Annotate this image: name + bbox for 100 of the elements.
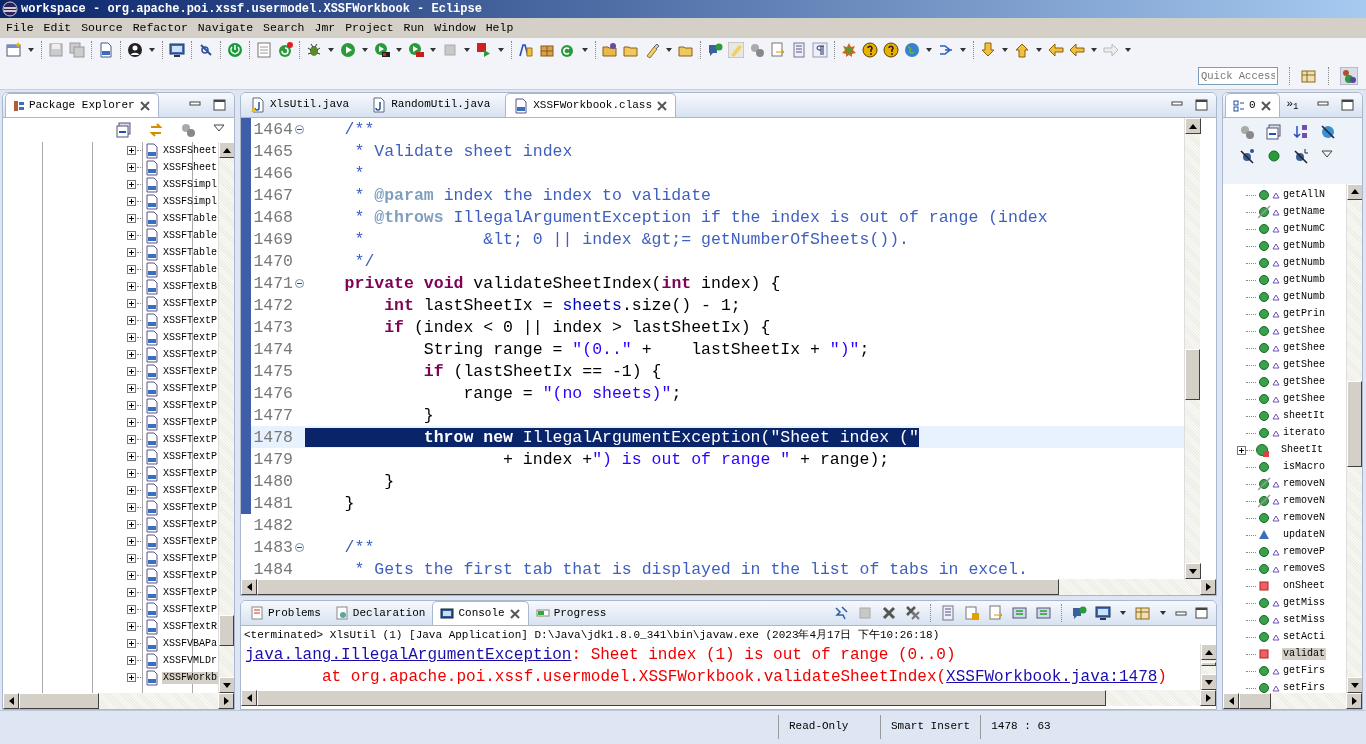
new-console-icon[interactable] [1135,605,1151,622]
dropdown-caret-icon[interactable] [1001,46,1009,54]
outline-item[interactable]: setMiss [1282,614,1326,627]
expand-icon[interactable] [127,639,136,648]
close-icon[interactable] [508,607,521,620]
expand-icon[interactable] [127,367,136,376]
tree-item[interactable]: XSSFSimpl [162,195,218,208]
play-icon[interactable] [340,42,356,58]
maximize-icon[interactable] [213,99,226,111]
gears-icon[interactable] [1239,124,1255,140]
expand-icon[interactable] [127,452,136,461]
sort-icon[interactable] [1293,124,1309,140]
binary-file-icon[interactable] [98,42,114,58]
outline-item[interactable]: getName [1282,206,1326,219]
view-tab[interactable]: »$_{1}$ [1279,93,1306,117]
dropdown-caret-icon[interactable] [581,46,589,54]
branch-icon[interactable] [938,42,954,58]
menu-item[interactable]: Refactor [127,21,193,35]
perspective-icon[interactable] [1301,67,1317,84]
new-window-icon[interactable] [6,42,22,58]
arrow-right-icon[interactable] [1205,583,1211,592]
arrow-down-icon[interactable] [1189,568,1197,574]
expand-icon[interactable] [127,503,136,512]
expand-icon[interactable] [127,316,136,325]
remove-all-icon[interactable] [905,605,921,622]
view-tab[interactable]: Console [432,601,529,626]
back-arrow-icon[interactable] [1048,42,1064,58]
tree-item[interactable]: XSSFTextP [162,399,218,412]
expand-icon[interactable] [127,486,136,495]
maximize-icon[interactable] [1195,99,1208,111]
tree-item[interactable]: XSSFTextP [162,484,218,497]
scrollbar-thumb[interactable] [219,614,234,646]
outline-item[interactable]: removeN [1282,478,1326,491]
tree-item[interactable]: XSSFTextP [162,501,218,514]
expand-icon[interactable] [127,622,136,631]
expand-icon[interactable] [1237,445,1246,455]
outline-item[interactable]: getShee [1282,376,1326,389]
dropdown-caret-icon[interactable] [1090,46,1098,54]
package-icon[interactable] [539,42,555,58]
outline-item[interactable]: iterato [1282,427,1326,440]
expand-icon[interactable] [127,384,136,393]
tree-item[interactable]: XSSFSheet [162,144,218,157]
tree-item[interactable]: XSSFTable [162,229,218,242]
scrollbar-thumb[interactable] [1347,381,1362,467]
vertical-scrollbar[interactable] [1200,644,1216,691]
help-icon[interactable] [862,42,878,58]
tree-item[interactable]: XSSFTextP [162,535,218,548]
menu-item[interactable]: Edit [38,21,77,35]
java-perspective-icon[interactable] [1340,66,1358,85]
console-icon[interactable] [1036,605,1052,622]
tree-item[interactable]: XSSFTable [162,263,218,276]
arrow-up-icon[interactable] [223,147,231,153]
arrow-up-icon[interactable] [1205,649,1213,655]
arrow-up-icon[interactable] [1189,123,1197,129]
tree-item[interactable]: XSSFTextP [162,569,218,582]
menu-item[interactable]: Run [398,21,430,35]
minimize-icon[interactable] [1175,609,1187,618]
expand-icon[interactable] [127,588,136,597]
outline-item[interactable]: isMacro [1282,461,1326,474]
tree-item[interactable]: XSSFTextP [162,586,218,599]
tree-item[interactable]: XSSFTable [162,212,218,225]
arrow-right-icon[interactable] [1351,697,1357,705]
outline-item[interactable]: getShee [1282,393,1326,406]
fold-icon[interactable] [294,124,304,134]
outline-item[interactable]: getNumb [1282,240,1326,253]
menu-item[interactable]: Window [429,21,481,35]
tree-item[interactable]: XSSFTextP [162,297,218,310]
expand-icon[interactable] [127,350,136,359]
outline-item[interactable]: removeN [1282,495,1326,508]
expand-icon[interactable] [127,673,136,682]
console-link[interactable]: java.lang.IllegalArgumentException [245,646,572,665]
menu-item[interactable]: Navigate [192,21,259,35]
arrow-left-icon[interactable] [8,697,14,705]
outline-item[interactable]: updateN [1282,529,1326,542]
expand-icon[interactable] [127,537,136,546]
hide-static-icon[interactable] [1239,148,1255,164]
dropdown-caret-icon[interactable] [665,46,673,54]
outline-item[interactable]: getNumb [1282,291,1326,304]
menu-item[interactable]: Search [258,21,310,35]
tree-item[interactable]: XSSFTextP [162,467,218,480]
expand-icon[interactable] [127,418,136,427]
tree-item[interactable]: XSSFVMLDr [162,654,218,667]
arrow-up-icon[interactable] [1351,189,1359,195]
view-tab[interactable]: 0 [1225,93,1280,117]
dropdown-caret-icon[interactable] [27,46,35,54]
expand-icon[interactable] [127,248,136,257]
menu-item[interactable]: Source [76,21,128,35]
monitor-icon[interactable] [169,42,185,58]
tree-item[interactable]: XSSFVBAPa [162,637,218,650]
close-icon[interactable] [881,605,897,622]
expand-icon[interactable] [127,146,136,155]
outline-item[interactable]: getShee [1282,342,1326,355]
scrollbar-thumb[interactable] [257,579,1059,596]
scrollbar-thumb[interactable] [1185,348,1200,401]
power-icon[interactable] [227,42,243,58]
horizontal-scrollbar[interactable] [241,579,1216,596]
console-link[interactable]: XSSFWorkbook.java:1478 [946,668,1158,687]
outline-item[interactable]: getMiss [1282,597,1326,610]
editor-tab[interactable]: RandomUtil.java [364,93,498,117]
tree-item[interactable]: XSSFTextP [162,331,218,344]
